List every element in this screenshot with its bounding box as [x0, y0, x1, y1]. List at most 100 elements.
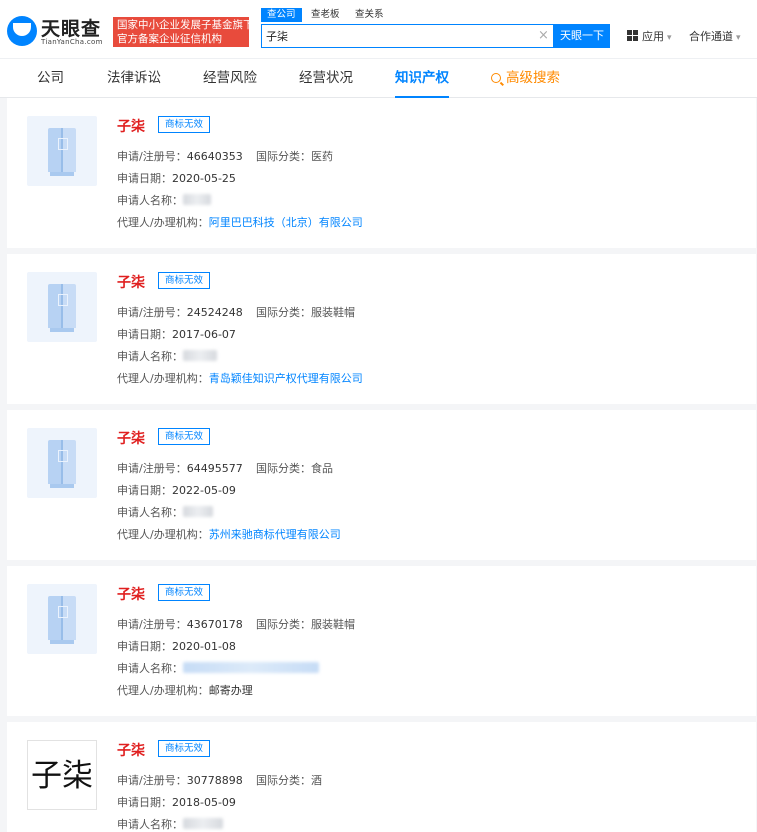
slogan-line1: 国家中小企业发展子基金旗下	[117, 19, 249, 31]
logo-subtext: TianYanCha.com	[41, 38, 103, 46]
partner-menu-label: 合作通道	[689, 30, 733, 43]
date-value: 2020-01-08	[172, 640, 236, 653]
reg-no-row: 申请/注册号：46640353	[117, 148, 243, 164]
class-row: 国际分类：服装鞋帽	[256, 616, 355, 632]
agent-link[interactable]: 苏州来驰商标代理有限公司	[209, 528, 341, 541]
book-placeholder-icon	[48, 128, 76, 172]
nav-company[interactable]: 公司	[37, 59, 64, 97]
trademark-image[interactable]	[27, 272, 97, 342]
reg-no-label: 申请/注册号：	[117, 618, 187, 631]
trademark-name[interactable]: 子柒	[117, 116, 145, 136]
chevron-down-icon: ▾	[736, 33, 741, 43]
reg-no-label: 申请/注册号：	[117, 306, 187, 319]
nav-risk[interactable]: 经营风险	[203, 59, 257, 97]
trademark-image[interactable]	[27, 428, 97, 498]
reg-no-label: 申请/注册号：	[117, 462, 187, 475]
status-badge: 商标无效	[158, 116, 211, 133]
app-menu[interactable]: 应用 ▾	[627, 28, 672, 44]
search-button[interactable]: 天眼一下	[554, 24, 610, 48]
date-row: 申请日期：2020-01-08	[117, 638, 236, 654]
date-value: 2017-06-07	[172, 328, 236, 341]
trademark-card[interactable]: 子柒 商标无效 申请/注册号：64495577 国际分类：食品 申请日期：202…	[7, 410, 756, 560]
applicant-row: 申请人名称：	[117, 816, 223, 832]
class-value: 酒	[311, 774, 322, 787]
trademark-card[interactable]: 子柒 商标无效 申请/注册号：43670178 国际分类：服装鞋帽 申请日期：2…	[7, 566, 756, 716]
reg-no-row: 申请/注册号：30778898	[117, 772, 243, 788]
tab-search-boss[interactable]: 查老板	[311, 8, 340, 22]
class-value: 服装鞋帽	[311, 618, 355, 631]
agent-row: 代理人/办理机构：苏州来驰商标代理有限公司	[117, 526, 341, 542]
class-row: 国际分类：食品	[256, 460, 333, 476]
applicant-row: 申请人名称：	[117, 348, 217, 364]
tab-search-company[interactable]: 查公司	[261, 8, 302, 22]
agent-label: 代理人/办理机构：	[117, 528, 209, 541]
book-placeholder-icon	[48, 284, 76, 328]
clear-icon[interactable]: ×	[538, 28, 549, 44]
redacted-applicant	[183, 662, 319, 673]
class-label: 国际分类：	[256, 618, 311, 631]
search-input[interactable]	[266, 27, 526, 45]
trademark-card[interactable]: 子柒 商标无效 申请/注册号：24524248 国际分类：服装鞋帽 申请日期：2…	[7, 254, 756, 404]
date-value: 2022-05-09	[172, 484, 236, 497]
applicant-row: 申请人名称：	[117, 192, 211, 208]
redacted-applicant	[183, 350, 217, 361]
date-label: 申请日期：	[117, 172, 172, 185]
reg-no-value: 64495577	[186, 462, 243, 475]
nav-advanced-search[interactable]: 高级搜索	[491, 59, 560, 97]
tab-search-relation[interactable]: 查关系	[355, 8, 384, 22]
trademark-name[interactable]: 子柒	[117, 272, 145, 292]
class-value: 食品	[311, 462, 333, 475]
date-label: 申请日期：	[117, 328, 172, 341]
nav-ip[interactable]: 知识产权	[395, 59, 449, 98]
chevron-down-icon: ▾	[667, 33, 672, 43]
slogan-line2: 官方备案企业征信机构	[117, 33, 222, 45]
date-row: 申请日期：2022-05-09	[117, 482, 236, 498]
agent-label: 代理人/办理机构：	[117, 684, 209, 697]
trademark-name[interactable]: 子柒	[117, 740, 145, 760]
class-value: 服装鞋帽	[311, 306, 355, 319]
reg-no-label: 申请/注册号：	[117, 150, 187, 163]
logo-icon	[7, 16, 37, 46]
trademark-name[interactable]: 子柒	[117, 584, 145, 604]
trademark-image[interactable]: 子柒	[27, 740, 97, 810]
trademark-list: 子柒 商标无效 申请/注册号：46640353 国际分类：医药 申请日期：202…	[7, 98, 756, 832]
status-badge: 商标无效	[158, 584, 211, 601]
nav-advanced-label: 高级搜索	[506, 70, 560, 86]
nav-operation[interactable]: 经营状况	[299, 59, 353, 97]
trademark-image[interactable]	[27, 116, 97, 186]
status-badge: 商标无效	[158, 428, 211, 445]
agent-link[interactable]: 阿里巴巴科技（北京）有限公司	[209, 216, 363, 229]
redacted-applicant	[183, 506, 213, 517]
agent-value: 邮寄办理	[208, 684, 253, 697]
reg-no-row: 申请/注册号：64495577	[117, 460, 243, 476]
date-value: 2018-05-09	[172, 796, 236, 809]
nav-legal[interactable]: 法律诉讼	[107, 59, 161, 97]
trademark-image[interactable]	[27, 584, 97, 654]
redacted-applicant	[183, 194, 211, 205]
date-label: 申请日期：	[117, 484, 172, 497]
class-label: 国际分类：	[256, 774, 311, 787]
applicant-label: 申请人名称：	[117, 506, 183, 519]
agent-link[interactable]: 青岛颖佳知识产权代理有限公司	[209, 372, 363, 385]
slogan-banner[interactable]: 国家中小企业发展子基金旗下 官方备案企业征信机构	[113, 17, 249, 47]
partner-menu[interactable]: 合作通道 ▾	[689, 28, 741, 44]
applicant-label: 申请人名称：	[117, 194, 183, 207]
agent-row: 代理人/办理机构：阿里巴巴科技（北京）有限公司	[117, 214, 363, 230]
trademark-card[interactable]: 子柒 商标无效 申请/注册号：46640353 国际分类：医药 申请日期：202…	[7, 98, 756, 248]
tianyancha-logo[interactable]: 天眼查 TianYanCha.com	[7, 14, 107, 48]
agent-row: 代理人/办理机构：青岛颖佳知识产权代理有限公司	[117, 370, 363, 386]
applicant-label: 申请人名称：	[117, 350, 183, 363]
category-nav: 公司 法律诉讼 经营风险 经营状况 知识产权 高级搜索	[0, 58, 757, 98]
agent-label: 代理人/办理机构：	[117, 372, 209, 385]
reg-no-value: 46640353	[186, 150, 243, 163]
class-value: 医药	[311, 150, 333, 163]
redacted-applicant	[183, 818, 223, 829]
book-placeholder-icon	[48, 440, 76, 484]
class-row: 国际分类：医药	[256, 148, 333, 164]
trademark-card[interactable]: 子柒 子柒 商标无效 申请/注册号：30778898 国际分类：酒 申请日期：2…	[7, 722, 756, 832]
trademark-name[interactable]: 子柒	[117, 428, 145, 448]
class-label: 国际分类：	[256, 462, 311, 475]
agent-row: 代理人/办理机构：邮寄办理	[117, 682, 253, 698]
reg-no-label: 申请/注册号：	[117, 774, 187, 787]
applicant-row: 申请人名称：	[117, 660, 319, 676]
